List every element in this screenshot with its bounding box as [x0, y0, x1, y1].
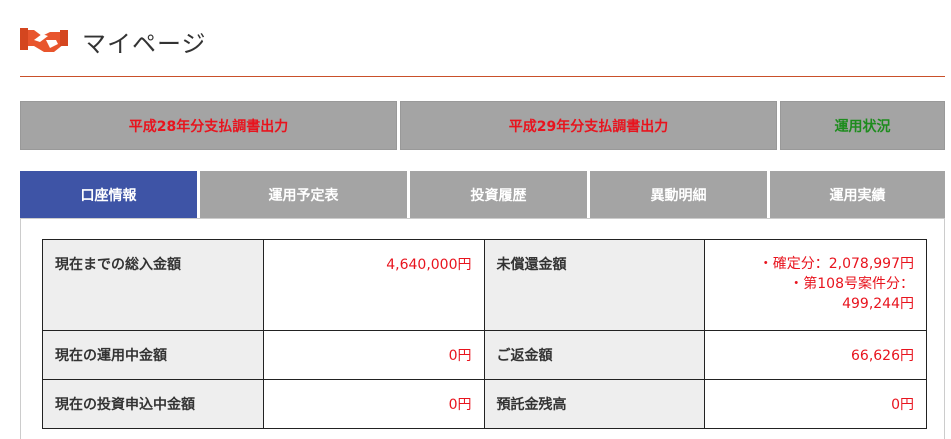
applying-amount-label: 現在の投資申込中金額	[42, 379, 264, 429]
tab-operation-schedule[interactable]: 運用予定表	[200, 171, 407, 218]
handshake-icon	[20, 28, 68, 52]
unredeemed-value: ・確定分：2,078,997円 ・第108号案件分： 499,244円	[704, 239, 927, 331]
repayment-value: 66,626円	[704, 330, 927, 380]
tab-transaction-details[interactable]: 異動明細	[590, 171, 767, 218]
h29-report-button[interactable]: 平成29年分支払調書出力	[400, 101, 777, 150]
table-row: 現在の投資申込中金額 0円 預託金残高 0円	[42, 379, 927, 429]
report-bar: 平成28年分支払調書出力 平成29年分支払調書出力 運用状況	[20, 101, 945, 150]
tab-bar: 口座情報 運用予定表 投資履歴 異動明細 運用実績	[20, 171, 945, 218]
account-info-table: 現在までの総入金額 4,640,000円 未償還金額 ・確定分：2,078,99…	[42, 239, 927, 429]
operating-amount-value: 0円	[262, 330, 485, 380]
operation-status-button[interactable]: 運用状況	[780, 101, 945, 150]
tab-account-info[interactable]: 口座情報	[20, 171, 197, 218]
unredeemed-case-value: 499,244円	[842, 296, 914, 312]
tab-operation-results[interactable]: 運用実績	[770, 171, 945, 218]
page-title: マイページ	[82, 30, 207, 58]
unredeemed-label: 未償還金額	[483, 239, 706, 331]
repayment-label: ご返金額	[483, 330, 706, 380]
h28-report-button[interactable]: 平成28年分支払調書出力	[20, 101, 397, 150]
tab-investment-history[interactable]: 投資履歴	[410, 171, 587, 218]
table-row: 現在の運用中金額 0円 ご返金額 66,626円	[42, 330, 927, 380]
unredeemed-case-label: ・第108号案件分：	[789, 276, 914, 292]
account-info-panel: 現在までの総入金額 4,640,000円 未償還金額 ・確定分：2,078,99…	[20, 218, 945, 439]
total-invested-value: 4,640,000円	[262, 239, 485, 331]
operating-amount-label: 現在の運用中金額	[42, 330, 264, 380]
unredeemed-confirmed: ・確定分：2,078,997円	[758, 256, 914, 272]
total-invested-label: 現在までの総入金額	[42, 239, 264, 331]
page-header: マイページ	[20, 0, 945, 77]
deposit-balance-label: 預託金残高	[483, 379, 706, 429]
applying-amount-value: 0円	[262, 379, 485, 429]
deposit-balance-value: 0円	[704, 379, 927, 429]
table-row: 現在までの総入金額 4,640,000円 未償還金額 ・確定分：2,078,99…	[42, 239, 927, 331]
